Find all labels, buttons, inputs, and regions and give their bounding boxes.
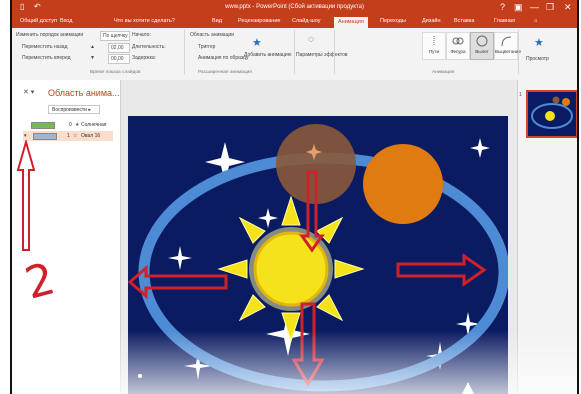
trigger-button[interactable]: Триггер [198,44,215,50]
move-later-button[interactable]: Переместить вперед [22,55,71,61]
sun [217,195,365,343]
loops-icon [452,37,464,45]
tab-signin[interactable]: Вход [60,18,72,24]
help-icon[interactable]: ? [500,2,505,12]
sparkle-star [462,382,474,394]
preview-button[interactable]: Просмотр [526,56,549,62]
arc-path-icon [501,36,512,47]
delay-label: Задержка: [132,55,157,61]
tab-insert[interactable]: Вставка [454,18,474,24]
animation-painter-button[interactable]: Анимация по образцу [198,55,249,61]
ribbon-separator [294,30,295,74]
effect-path[interactable]: Пути [422,32,446,60]
add-animation-button[interactable]: Добавить анимацию [244,52,291,58]
play-label: Воспроизвести [52,107,87,113]
group-animation-caption: Анимация [432,70,455,75]
effect-shape[interactable]: Фигура [446,32,470,60]
add-animation-icon[interactable]: ★ [252,36,262,49]
delay-value: 00,00 [111,56,124,62]
ribbon-tabs: Общий доступ Вход Что вы хотите сделать?… [12,16,577,28]
orange-planet [363,144,443,224]
effect-label: Вылет [475,49,489,54]
window-title: www.pptx - PowerPoint (Сбой активации пр… [225,4,364,10]
reorder-title: Изменить порядок анимации [16,32,84,38]
sparkle-star [470,138,490,158]
timeline-bar [33,133,57,140]
animation-ribbon: Изменить порядок анимации Переместить на… [12,28,577,81]
tab-view[interactable]: Вид [212,18,222,24]
tab-review[interactable]: Рецензирование [238,18,280,24]
duration-value: 02,00 [111,45,124,51]
title-bar: ▯ ↶ www.pptx - PowerPoint (Сбой активаци… [12,0,577,16]
frame-border-right [577,0,579,394]
play-button[interactable]: Воспроизвести ▸ [48,105,100,114]
duration-input[interactable]: 02,00 [108,43,130,53]
ribbon-separator [334,30,335,74]
slide-thumbnail[interactable] [526,90,578,138]
start-label: Начало: [132,32,151,38]
path-icon [433,36,435,46]
effect-options-icon[interactable]: ◌ [308,34,314,45]
slide-canvas [128,116,508,394]
item-number: 1 [67,133,70,139]
circle-path-icon [476,35,488,47]
item-label: Овал 16 [81,133,101,139]
duration-label: Длительность: [132,44,166,50]
motion-path-icon: ☆ [73,133,78,139]
effect-fly[interactable]: Вылет [470,32,494,60]
start-select[interactable]: По щелчку [100,31,130,41]
timeline-bar [31,122,55,129]
tab-slideshow[interactable]: Слайд-шоу [292,18,321,24]
file-tab-icon[interactable]: ⌂ [534,18,537,24]
solar-system-illustration [128,124,508,394]
animation-list-item-selected[interactable]: ▾ ☆ 1 Овал 16 [23,131,113,141]
effect-fade[interactable]: Выцветание [494,32,522,60]
preview-star-icon[interactable]: ★ [534,36,544,49]
tab-home[interactable]: Главная [494,18,515,24]
tab-share[interactable]: Общий доступ [20,18,57,24]
effect-label: Фигура [450,49,466,54]
group-advanced-caption: Расширенная анимация [198,70,252,75]
minimize-button[interactable]: — [530,2,539,12]
frame-border-left [10,0,12,394]
animation-pane-button[interactable]: Область анимации [190,32,234,38]
close-button[interactable]: ✕ [564,2,572,13]
ribbon-display-icon[interactable]: ▣ [514,2,523,13]
effect-label: Выцветание [495,49,522,54]
start-value: По щелчку [103,33,128,39]
animation-list-item[interactable]: ★ 0 Солнечная с... [23,120,113,138]
sparkle-star [168,246,192,270]
group-timing-caption: Время показа слайдов [90,70,141,75]
entrance-star-icon: ★ [75,122,80,128]
move-earlier-button[interactable]: Переместить назад [22,44,68,50]
item-number: 0 [69,122,72,128]
restore-button[interactable]: ❐ [546,2,554,13]
arrow-right [396,253,487,287]
dot-star [138,374,142,378]
powerpoint-window: ▯ ↶ www.pptx - PowerPoint (Сбой активаци… [0,0,581,394]
up-arrow-icon[interactable]: ▲ [90,44,95,50]
animation-pane-title: Область анима... [48,88,120,98]
delay-input[interactable]: 00,00 [108,54,130,64]
down-arrow-icon[interactable]: ▼ [90,55,95,61]
slide-number: 1 [519,92,522,98]
thumbnail-preview [531,96,573,129]
handwritten-up-arrow [16,140,36,251]
effect-options-button[interactable]: Параметры эффектов [296,52,348,58]
ribbon-separator [184,30,185,74]
effect-label: Пути [428,49,440,54]
tab-animation[interactable]: Анимация [334,17,368,28]
tab-design[interactable]: Дизайн [422,18,441,24]
ribbon-separator [518,30,519,74]
sparkle-star [258,208,278,228]
tab-tell-me[interactable]: Что вы хотите сделать? [114,18,175,24]
pane-close-icon[interactable]: ✕ ▾ [23,88,34,96]
tab-transitions[interactable]: Переходы [380,18,406,24]
